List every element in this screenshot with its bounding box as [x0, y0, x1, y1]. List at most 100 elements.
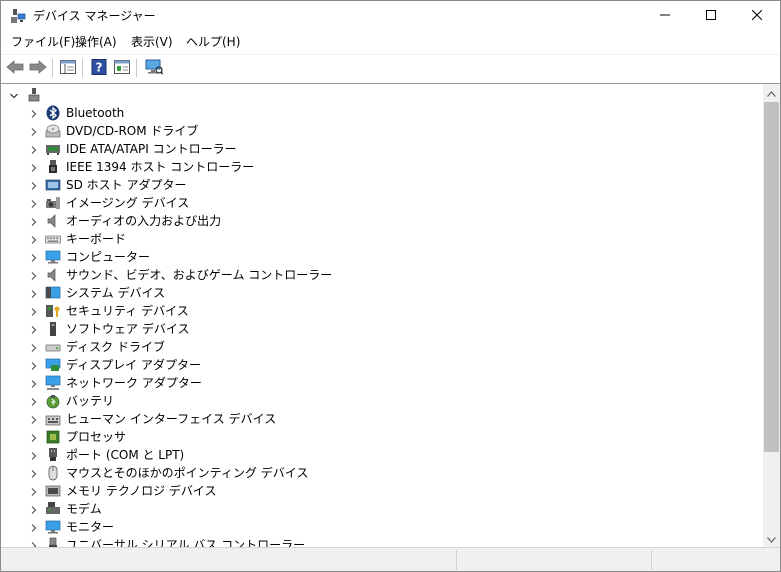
tree-item[interactable]: バッテリ — [1, 392, 761, 410]
chevron-right-icon[interactable] — [29, 432, 39, 442]
scan-hardware-icon — [145, 59, 164, 78]
tree-root[interactable] — [1, 86, 761, 104]
tree-item-label: IDE ATA/ATAPI コントローラー — [66, 142, 237, 156]
chevron-right-icon[interactable] — [29, 360, 39, 370]
device-tree[interactable]: Bluetooth DVD/CD-ROM ドライブ IDE ATA/ATAPI コン… — [1, 83, 763, 547]
imaging-device-icon — [45, 195, 61, 211]
status-pane-main — [1, 550, 457, 570]
software-device-icon — [45, 321, 61, 337]
tree-item[interactable]: マウスとそのほかのポインティング デバイス — [1, 464, 761, 482]
forward-button[interactable] — [28, 58, 48, 78]
properties-console-button[interactable] — [112, 58, 132, 78]
chevron-right-icon[interactable] — [29, 540, 39, 547]
tree-item-label: ネットワーク アダプター — [66, 376, 202, 390]
tree-item[interactable]: ネットワーク アダプター — [1, 374, 761, 392]
help-button[interactable]: ? — [89, 58, 109, 78]
tree-item[interactable]: モニター — [1, 518, 761, 536]
back-button[interactable] — [5, 58, 25, 78]
svg-text:?: ? — [96, 60, 103, 74]
tree-item[interactable]: ソフトウェア デバイス — [1, 320, 761, 338]
chevron-right-icon[interactable] — [29, 126, 39, 136]
chevron-right-icon[interactable] — [29, 180, 39, 190]
tree-item[interactable]: セキュリティ デバイス — [1, 302, 761, 320]
modem-icon — [45, 501, 61, 517]
chevron-right-icon[interactable] — [29, 270, 39, 280]
tree-item[interactable]: コンピューター — [1, 248, 761, 266]
tree-item[interactable]: サウンド、ビデオ、およびゲーム コントローラー — [1, 266, 761, 284]
chevron-right-icon[interactable] — [29, 396, 39, 406]
tree-item[interactable]: ディスプレイ アダプター — [1, 356, 761, 374]
chevron-right-icon[interactable] — [29, 468, 39, 478]
tree-item-label: ディスプレイ アダプター — [66, 358, 201, 372]
tree-item[interactable]: モデム — [1, 500, 761, 518]
chevron-right-icon[interactable] — [29, 252, 39, 262]
tree-item-label: ポート (COM と LPT) — [66, 448, 185, 462]
chevron-right-icon[interactable] — [29, 486, 39, 496]
menu-file[interactable]: ファイル(F) — [9, 34, 77, 50]
tree-item-label: IEEE 1394 ホスト コントローラー — [66, 160, 255, 174]
tree-item[interactable]: IEEE 1394 ホスト コントローラー — [1, 158, 761, 176]
tree-item[interactable]: Bluetooth — [1, 104, 761, 122]
show-hide-console-tree-button[interactable] — [58, 58, 78, 78]
menu-view[interactable]: 表示(V) — [129, 34, 175, 50]
properties-icon — [60, 59, 76, 77]
sound-icon — [45, 267, 61, 283]
security-device-icon — [45, 303, 61, 319]
chevron-right-icon[interactable] — [29, 450, 39, 460]
window-title: デバイス マネージャー — [33, 9, 156, 23]
chevron-right-icon[interactable] — [29, 198, 39, 208]
keyboard-icon — [45, 231, 61, 247]
tree-item[interactable]: イメージング デバイス — [1, 194, 761, 212]
minimize-button[interactable] — [642, 1, 688, 31]
title-bar[interactable]: デバイス マネージャー — [1, 1, 780, 31]
chevron-right-icon[interactable] — [29, 216, 39, 226]
device-manager-app-icon — [10, 8, 26, 24]
minimize-icon — [660, 9, 670, 23]
scroll-up-button[interactable] — [763, 84, 780, 101]
tree-item[interactable]: ヒューマン インターフェイス デバイス — [1, 410, 761, 428]
scan-hardware-button[interactable] — [144, 58, 164, 78]
tree-item[interactable]: ポート (COM と LPT) — [1, 446, 761, 464]
tree-item[interactable]: プロセッサ — [1, 428, 761, 446]
menu-action[interactable]: 操作(A) — [73, 34, 119, 50]
chevron-right-icon[interactable] — [29, 306, 39, 316]
scroll-down-button[interactable] — [763, 530, 780, 547]
maximize-button[interactable] — [688, 1, 734, 31]
tree-item[interactable]: メモリ テクノロジ デバイス — [1, 482, 761, 500]
tree-item[interactable]: システム デバイス — [1, 284, 761, 302]
close-icon — [751, 9, 763, 23]
status-bar — [1, 547, 780, 571]
status-pane-secondary — [457, 550, 652, 570]
menu-help[interactable]: ヘルプ(H) — [184, 34, 242, 50]
chevron-right-icon[interactable] — [29, 108, 39, 118]
chevron-right-icon[interactable] — [29, 504, 39, 514]
tree-item[interactable]: SD ホスト アダプター — [1, 176, 761, 194]
chevron-right-icon[interactable] — [29, 378, 39, 388]
toolbar-separator — [52, 59, 53, 77]
toolbar: ? — [1, 54, 780, 81]
chevron-right-icon[interactable] — [29, 522, 39, 532]
tree-item[interactable]: オーディオの入力および出力 — [1, 212, 761, 230]
vertical-scrollbar[interactable] — [763, 83, 780, 547]
chevron-right-icon[interactable] — [29, 414, 39, 424]
display-adapter-icon — [45, 357, 61, 373]
scroll-thumb[interactable] — [764, 102, 779, 452]
tree-item-label: キーボード — [66, 232, 127, 246]
chevron-right-icon[interactable] — [29, 288, 39, 298]
chevron-right-icon[interactable] — [29, 342, 39, 352]
tree-item[interactable]: キーボード — [1, 230, 761, 248]
tree-item-label: ユニバーサル シリアル バス コントローラー — [66, 538, 306, 547]
chevron-right-icon[interactable] — [29, 324, 39, 334]
chevron-right-icon[interactable] — [29, 234, 39, 244]
chevron-down-icon[interactable] — [9, 90, 19, 100]
chevron-right-icon[interactable] — [29, 144, 39, 154]
chevron-down-icon — [767, 532, 776, 546]
toolbar-separator — [82, 59, 83, 77]
chevron-right-icon[interactable] — [29, 162, 39, 172]
tree-item[interactable]: IDE ATA/ATAPI コントローラー — [1, 140, 761, 158]
close-button[interactable] — [734, 1, 780, 31]
tree-item-label: サウンド、ビデオ、およびゲーム コントローラー — [66, 268, 333, 282]
tree-item[interactable]: ディスク ドライブ — [1, 338, 761, 356]
tree-item[interactable]: DVD/CD-ROM ドライブ — [1, 122, 761, 140]
tree-item[interactable]: ユニバーサル シリアル バス コントローラー — [1, 536, 761, 547]
